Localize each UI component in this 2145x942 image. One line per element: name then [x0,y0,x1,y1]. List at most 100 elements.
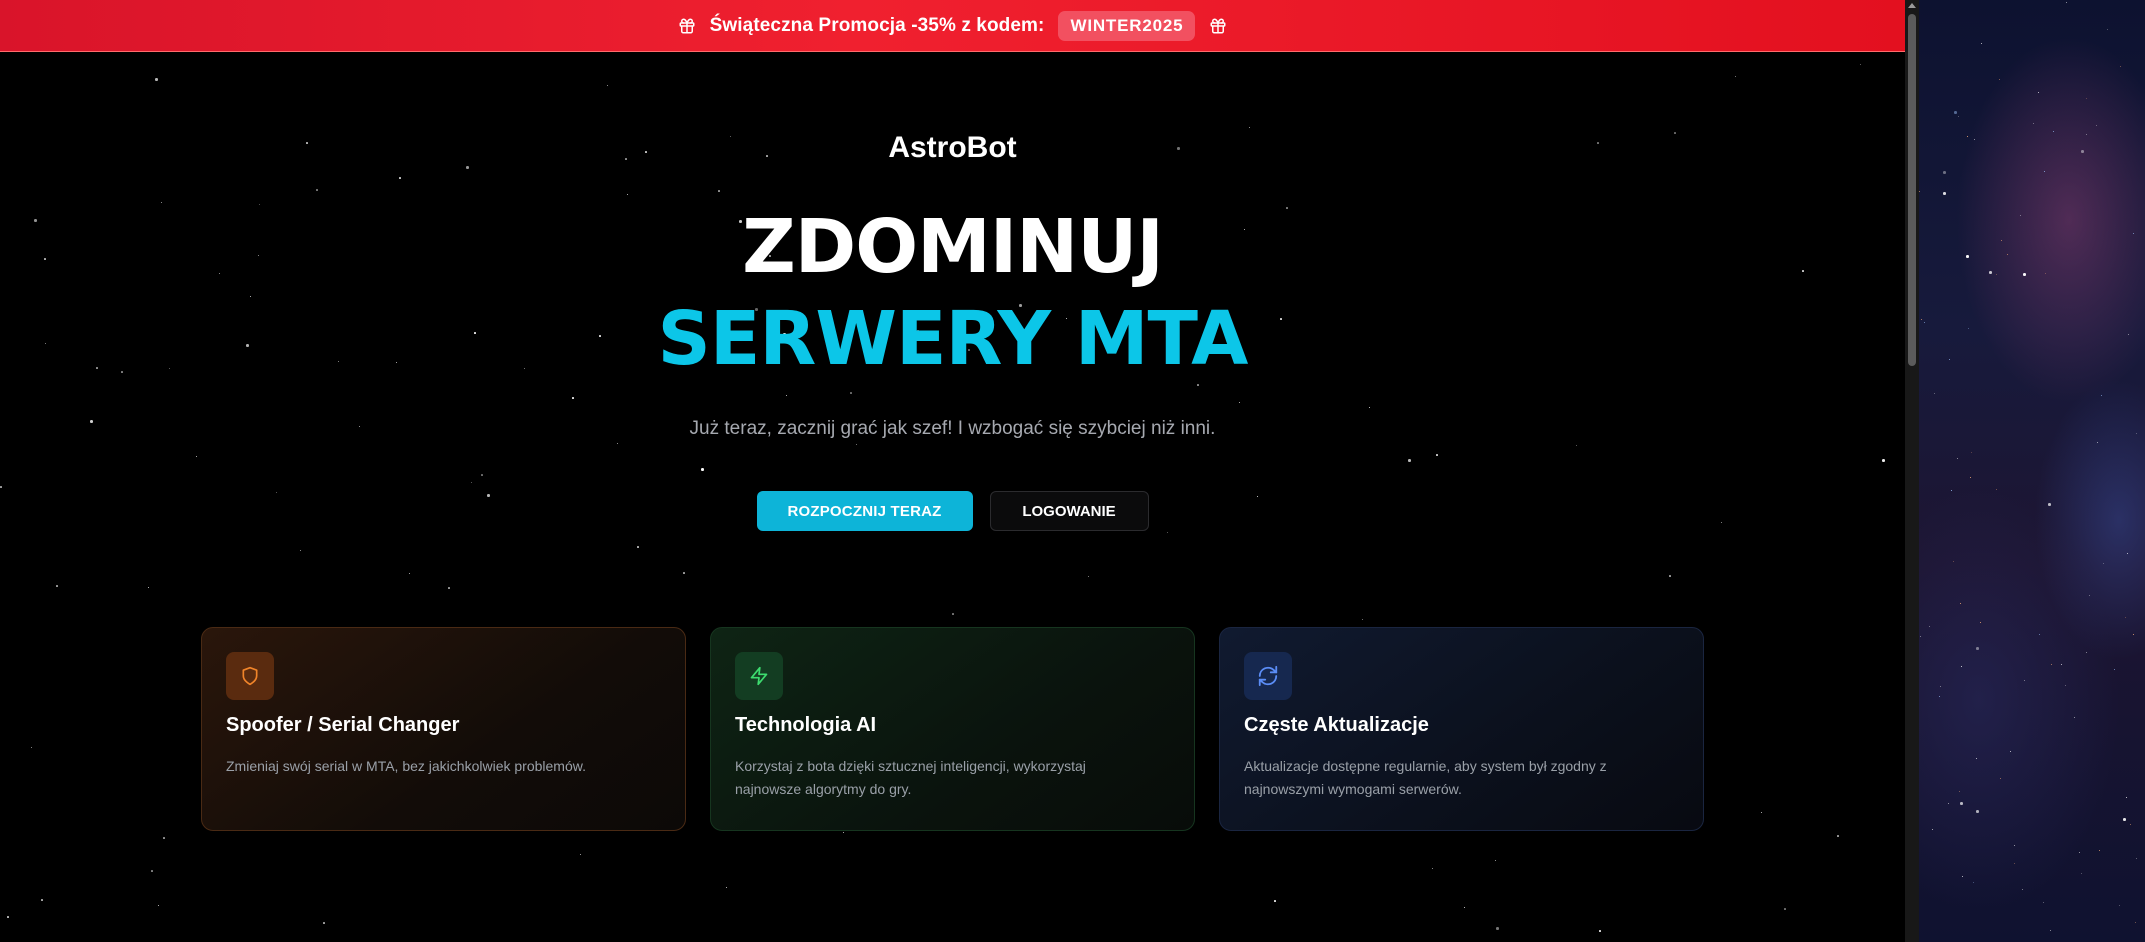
star [161,202,162,203]
star [7,916,9,918]
feature-card-spoofer: Spoofer / Serial Changer Zmieniaj swój s… [201,627,686,831]
star [41,899,43,901]
star [2128,334,2130,336]
star [627,194,628,195]
star [2051,664,2053,666]
feature-title: Częste Aktualizacje [1244,714,1429,736]
star [2024,680,2026,682]
star [1921,319,1923,321]
star [2010,751,2012,753]
star [637,546,639,548]
star [1929,626,1931,628]
star [617,443,618,444]
feature-card-updates: Częste Aktualizacje Aktualizacje dostępn… [1219,627,1704,831]
star [2114,669,2116,671]
star [2135,922,2137,924]
star [1274,900,1276,902]
star [1976,758,1978,760]
star [1970,477,1972,479]
star [1954,111,1957,114]
star [1976,647,1979,650]
star [2133,233,2135,235]
star [2126,797,2128,799]
star [2001,240,2003,242]
star [2127,553,2129,555]
space-background-panel [1919,0,2145,942]
star [1408,459,1411,462]
star [1959,791,1961,793]
star [1882,459,1885,462]
star [2096,125,2098,127]
star [1167,532,1168,533]
brand-logo[interactable]: AstroBot [0,131,1905,165]
shield-icon [242,666,258,686]
star [2119,905,2121,907]
star [1924,322,1926,324]
star [2048,503,2051,506]
star [683,572,685,574]
start-now-button[interactable]: ROZPOCZNIJ TERAZ [756,491,973,531]
star [2065,685,2067,687]
star [471,482,472,483]
star [2033,123,2035,125]
star [1948,803,1950,805]
star [2086,652,2088,654]
star [1976,810,1979,813]
star [1239,402,1240,403]
star [2000,778,2002,780]
star [1943,171,1946,174]
star [1962,876,1964,878]
star [0,486,2,488]
scroll-up-arrow-icon[interactable] [1908,3,1916,8]
star [196,456,197,457]
star [726,887,727,888]
star [952,613,954,615]
page-scrollbar[interactable] [1905,0,1919,942]
star [1919,191,1921,193]
star [1961,666,1963,668]
star [151,870,153,872]
feature-cards: Spoofer / Serial Changer Zmieniaj swój s… [201,627,1704,831]
star [2022,889,2024,891]
star [2086,98,2088,100]
star [1436,454,1438,456]
star [409,573,410,574]
hero-tagline: Już teraz, zacznij grać jak szef! I wzbo… [689,418,1216,439]
star [2053,131,2055,133]
scrollbar-thumb[interactable] [1908,14,1916,366]
star [2044,171,2046,173]
star [1197,384,1199,386]
star [1088,576,1089,577]
star [1968,328,1970,330]
star [1784,908,1786,910]
star [2130,824,2132,826]
star [1934,393,1936,395]
star [1464,907,1465,908]
lightning-icon [750,666,768,686]
star [466,166,469,169]
star [1996,274,1998,276]
star [300,550,301,551]
star [1966,255,1969,258]
star [1999,79,2001,81]
star [856,444,857,445]
login-button[interactable]: LOGOWANIE [989,491,1149,531]
page-viewport: Świąteczna Promocja -35% z kodem: WINTER… [0,0,1905,942]
star [572,397,574,399]
hero-headline-line1: ZDOMINUJ [742,204,1164,290]
promo-code-badge[interactable]: WINTER2025 [1058,10,1196,41]
star [1669,575,1671,577]
star [1576,445,1577,446]
gift-icon [679,18,695,33]
star [1837,835,1839,837]
star [2081,150,2084,153]
star [2061,664,2063,666]
feature-icon-box [1244,652,1292,700]
star [163,837,165,839]
star [158,905,159,906]
star [1981,43,1983,45]
star [155,78,158,81]
star [1989,271,1992,274]
star [2107,29,2109,31]
star [850,392,852,394]
